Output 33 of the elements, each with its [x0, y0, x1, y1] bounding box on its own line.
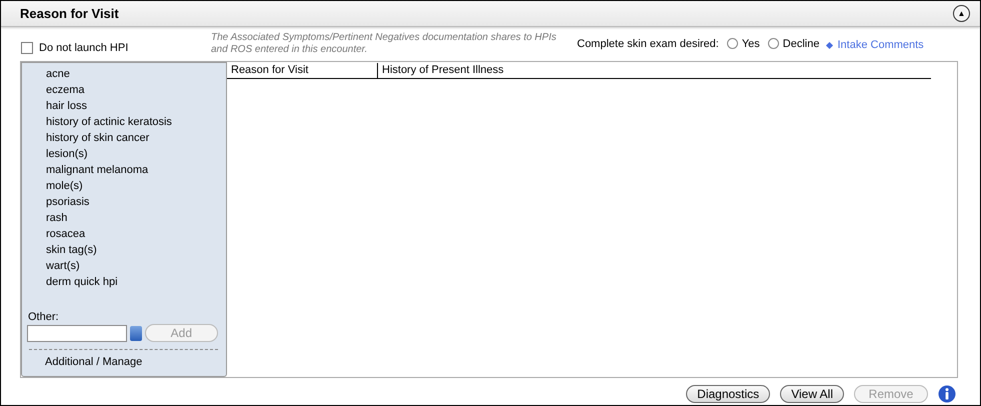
column-header: History of Present Illness: [381, 63, 504, 78]
reason-item[interactable]: psoriasis: [46, 194, 226, 210]
checkbox-label: Do not launch HPI: [39, 42, 128, 54]
dropdown-icon[interactable]: [130, 326, 142, 340]
checkbox[interactable]: [21, 42, 33, 54]
reason-item[interactable]: derm quick hpi: [46, 274, 226, 290]
reason-item[interactable]: wart(s): [46, 258, 226, 274]
reason-item[interactable]: rash: [46, 210, 226, 226]
action-button[interactable]: View All: [780, 385, 844, 403]
collapse-button[interactable]: ▲: [953, 5, 970, 22]
reason-item[interactable]: mole(s): [46, 178, 226, 194]
additional-manage-link[interactable]: Additional / Manage: [29, 349, 218, 372]
skin-exam-label: Complete skin exam desired:: [577, 38, 719, 50]
other-label: Other:: [27, 311, 60, 323]
info-note: The Associated Symptoms/Pertinent Negatives documentation shares to HPIs and ROS entered in this encounter.: [211, 32, 558, 56]
radio-label: Decline: [782, 38, 820, 50]
action-button[interactable]: Diagnostics: [686, 385, 770, 403]
reason-item[interactable]: rosacea: [46, 226, 226, 242]
radio-button[interactable]: [726, 38, 738, 49]
intake-comments-link[interactable]: Intake Comments: [837, 39, 924, 51]
reason-item[interactable]: history of actinic keratosis: [46, 114, 226, 130]
reason-item[interactable]: lesion(s): [46, 146, 226, 162]
section-title: Reason for Visit: [20, 6, 119, 21]
reason-item[interactable]: eczema: [46, 82, 226, 98]
column-header: Reason for Visit: [227, 63, 378, 78]
reason-item[interactable]: history of skin cancer: [46, 130, 226, 146]
reason-item[interactable]: acne: [46, 66, 226, 82]
radio-label: Yes: [742, 38, 760, 50]
reason-item[interactable]: hair loss: [46, 98, 226, 114]
radio-button[interactable]: [768, 38, 779, 49]
info-icon[interactable]: [938, 385, 956, 403]
reason-item[interactable]: skin tag(s): [46, 242, 226, 258]
reason-item[interactable]: malignant melanoma: [46, 162, 226, 178]
